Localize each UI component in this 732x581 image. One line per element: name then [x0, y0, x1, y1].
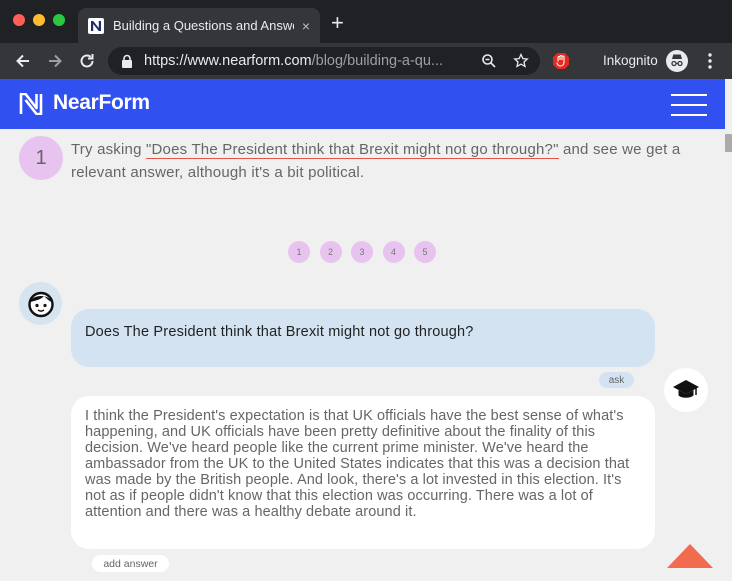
address-bar[interactable]: https://www.nearform.com/blog/building-a…	[108, 47, 540, 75]
back-arrow-icon[interactable]	[13, 51, 33, 71]
add-answer-button[interactable]: add answer	[92, 555, 169, 572]
brand-logo-text[interactable]: NearForm	[53, 91, 150, 115]
boy-face-icon	[27, 291, 54, 317]
page-viewport: NearForm 1 Try asking "Does The Presiden…	[0, 79, 732, 581]
site-header: NearForm	[0, 79, 725, 129]
incognito-label[interactable]: Inkognito	[603, 53, 658, 68]
user-avatar	[19, 282, 62, 325]
example-question: "Does The President think that Brexit mi…	[146, 141, 559, 159]
nearform-favicon-icon	[88, 17, 104, 34]
close-window-button[interactable]	[13, 14, 25, 26]
forward-arrow-icon[interactable]	[45, 51, 65, 71]
answer-bubble: I think the President's expectation is t…	[71, 396, 655, 549]
incognito-icon[interactable]	[666, 50, 688, 72]
tab-close-icon[interactable]: ×	[302, 18, 310, 34]
tab-title: Building a Questions and Answers	[113, 18, 294, 33]
browser-tab-bar: Building a Questions and Answers × +	[0, 0, 732, 43]
page-button-5[interactable]: 5	[414, 241, 436, 263]
adblock-extension-icon[interactable]	[552, 52, 570, 70]
nearform-logo-icon[interactable]	[19, 93, 43, 115]
page-button-4[interactable]: 4	[382, 241, 405, 263]
new-tab-button[interactable]: +	[331, 12, 344, 34]
page-button-3[interactable]: 3	[351, 241, 373, 263]
pagination: 1 2 3 4 5	[288, 241, 446, 263]
step-number-badge: 1	[19, 136, 63, 180]
browser-toolbar: https://www.nearform.com/blog/building-a…	[0, 43, 732, 79]
reload-icon[interactable]	[77, 51, 97, 71]
bot-avatar	[664, 368, 708, 412]
up-triangle-icon[interactable]	[667, 544, 713, 568]
page-button-2[interactable]: 2	[319, 241, 342, 263]
instruction-text: Try asking "Does The President think tha…	[71, 141, 681, 181]
zoom-icon[interactable]	[481, 53, 497, 69]
scrollbar-thumb[interactable]	[725, 134, 732, 152]
browser-tab-active[interactable]: Building a Questions and Answers ×	[78, 8, 320, 43]
maximize-window-button[interactable]	[53, 14, 65, 26]
ask-button[interactable]: ask	[599, 372, 634, 388]
more-menu-icon[interactable]	[707, 52, 713, 70]
page-scrollbar[interactable]	[725, 79, 732, 581]
url-text[interactable]: https://www.nearform.com/blog/building-a…	[144, 53, 474, 69]
page-button-1[interactable]: 1	[288, 241, 310, 263]
hamburger-menu-icon[interactable]	[671, 94, 707, 116]
minimize-window-button[interactable]	[33, 14, 45, 26]
graduation-cap-icon	[673, 380, 699, 398]
lock-icon[interactable]	[120, 54, 134, 68]
bookmark-star-icon[interactable]	[513, 53, 529, 69]
question-bubble: Does The President think that Brexit mig…	[71, 309, 655, 367]
